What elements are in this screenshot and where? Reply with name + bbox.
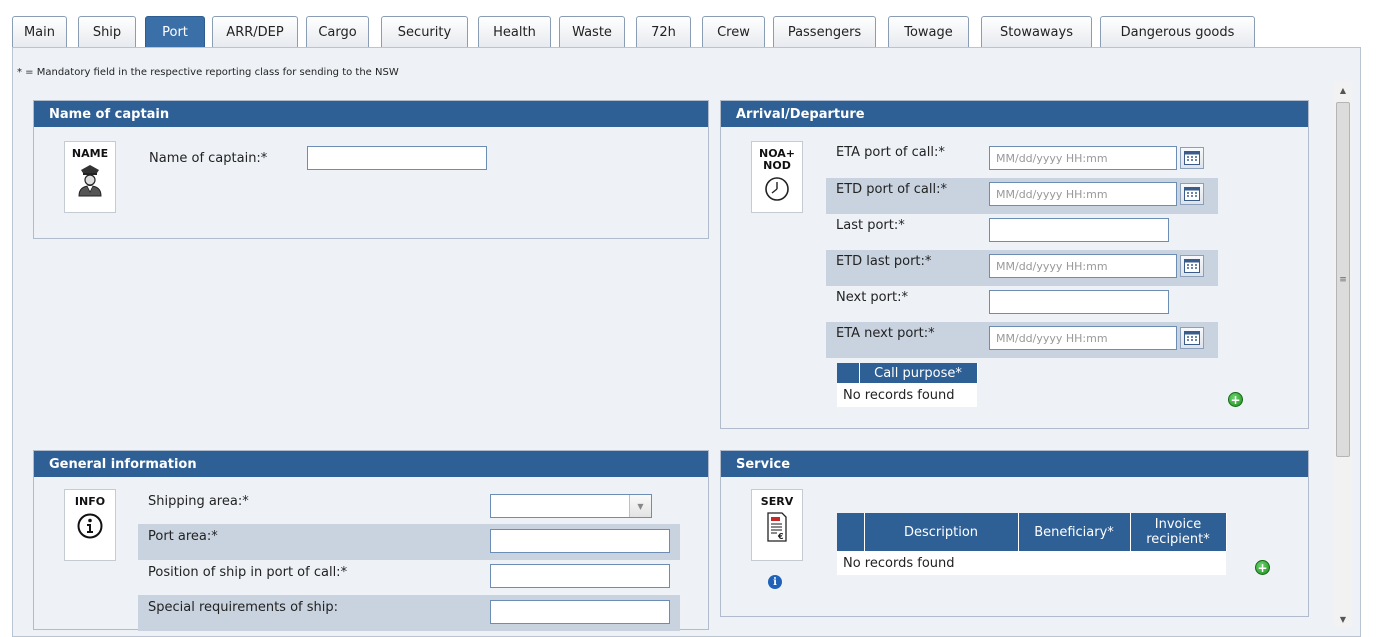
call-purpose-header[interactable]: Call purpose* — [859, 363, 978, 383]
tab-arr-dep[interactable]: ARR/DEP — [212, 16, 298, 48]
tab-crew[interactable]: Crew — [702, 16, 765, 48]
shipping-area-select[interactable]: ▼ — [490, 494, 652, 518]
calendar-icon — [1184, 331, 1200, 345]
noa-nod-badge: NOA+ NOD — [751, 141, 803, 213]
etd-port-input[interactable]: MM/dd/yyyy HH:mm — [989, 182, 1177, 206]
eta-port-calendar-button[interactable] — [1180, 147, 1204, 169]
service-section: Service SERV € i Description Beneficiary… — [720, 450, 1309, 617]
service-col-description[interactable]: Description — [864, 513, 1019, 551]
service-table: Description Beneficiary* Invoice recipie… — [837, 513, 1227, 575]
etd-last-port-calendar-button[interactable] — [1180, 255, 1204, 277]
service-col-beneficiary[interactable]: Beneficiary* — [1018, 513, 1131, 551]
service-empty: No records found — [837, 551, 1226, 575]
captain-section: Name of captain NAME Name of captain:* — [33, 100, 709, 239]
calendar-icon — [1184, 187, 1200, 201]
info-icon — [77, 513, 103, 539]
eta-port-input[interactable]: MM/dd/yyyy HH:mm — [989, 146, 1177, 170]
tab-waste[interactable]: Waste — [559, 16, 625, 48]
eta-port-label: ETA port of call:* — [836, 145, 945, 160]
tab-health[interactable]: Health — [478, 16, 551, 48]
serv-badge: SERV € — [751, 489, 803, 561]
etd-last-port-label: ETD last port:* — [836, 254, 932, 269]
position-label: Position of ship in port of call:* — [148, 565, 348, 580]
next-port-input[interactable] — [989, 290, 1169, 314]
name-badge: NAME — [64, 141, 116, 213]
tab-ship[interactable]: Ship — [78, 16, 136, 48]
special-requirements-input[interactable] — [490, 600, 670, 624]
captain-section-header: Name of captain — [34, 101, 708, 127]
clock-icon — [765, 177, 789, 201]
invoice-icon: € — [767, 512, 787, 542]
arrival-section-header: Arrival/Departure — [721, 101, 1308, 127]
tab-72h[interactable]: 72h — [636, 16, 691, 48]
captain-name-label: Name of captain:* — [149, 151, 268, 166]
service-col-invoice[interactable]: Invoice recipient* — [1130, 513, 1227, 551]
tab-passengers[interactable]: Passengers — [773, 16, 876, 48]
info-dot-icon[interactable]: i — [768, 575, 782, 589]
call-purpose-select-col — [837, 363, 860, 383]
service-section-header: Service — [721, 451, 1308, 477]
add-service-icon[interactable]: + — [1255, 560, 1270, 575]
general-info-section: General information INFO Shipping area:*… — [33, 450, 709, 631]
chevron-down-icon[interactable]: ▼ — [629, 495, 651, 517]
info-badge: INFO — [64, 489, 116, 561]
vertical-scrollbar[interactable]: ▲ ≡ ▼ — [1334, 82, 1352, 627]
add-call-purpose-icon[interactable]: + — [1228, 392, 1243, 407]
call-purpose-table: Call purpose* No records found — [837, 363, 978, 407]
general-section-header: General information — [34, 451, 708, 477]
etd-port-calendar-button[interactable] — [1180, 183, 1204, 205]
shipping-area-label: Shipping area:* — [148, 494, 249, 509]
captain-name-input[interactable] — [307, 146, 487, 170]
tab-bar: Main Ship Port ARR/DEP Cargo Security He… — [12, 16, 1378, 48]
tab-main[interactable]: Main — [12, 16, 67, 48]
position-input[interactable] — [490, 564, 670, 588]
tab-stowaways[interactable]: Stowaways — [981, 16, 1092, 48]
service-select-col — [837, 513, 865, 551]
captain-icon — [78, 165, 102, 197]
call-purpose-empty: No records found — [837, 383, 977, 407]
mandatory-note: * = Mandatory field in the respective re… — [17, 67, 399, 78]
calendar-icon — [1184, 151, 1200, 165]
tab-security[interactable]: Security — [381, 16, 468, 48]
eta-next-port-input[interactable]: MM/dd/yyyy HH:mm — [989, 326, 1177, 350]
tab-dangerous-goods[interactable]: Dangerous goods — [1100, 16, 1255, 48]
scroll-thumb[interactable]: ≡ — [1336, 102, 1350, 457]
port-area-input[interactable] — [490, 529, 670, 553]
next-port-label: Next port:* — [836, 290, 908, 305]
etd-last-port-input[interactable]: MM/dd/yyyy HH:mm — [989, 254, 1177, 278]
etd-port-label: ETD port of call:* — [836, 182, 947, 197]
last-port-input[interactable] — [989, 218, 1169, 242]
special-requirements-label: Special requirements of ship: — [148, 600, 339, 615]
tab-cargo[interactable]: Cargo — [306, 16, 369, 48]
tab-towage[interactable]: Towage — [888, 16, 969, 48]
svg-text:€: € — [777, 532, 784, 541]
scroll-down-icon[interactable]: ▼ — [1334, 611, 1352, 627]
eta-next-port-label: ETA next port:* — [836, 326, 935, 341]
eta-next-port-calendar-button[interactable] — [1180, 327, 1204, 349]
tab-port[interactable]: Port — [145, 16, 205, 48]
port-area-label: Port area:* — [148, 529, 218, 544]
arrival-departure-section: Arrival/Departure NOA+ NOD ETA port of c… — [720, 100, 1309, 429]
scroll-up-icon[interactable]: ▲ — [1334, 82, 1352, 98]
calendar-icon — [1184, 259, 1200, 273]
last-port-label: Last port:* — [836, 218, 905, 233]
